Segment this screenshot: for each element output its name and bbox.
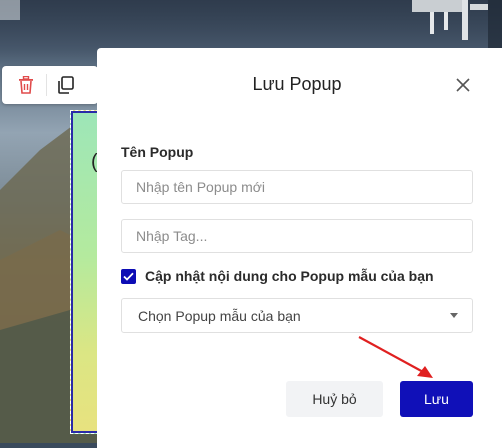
- trash-icon: [19, 76, 33, 94]
- tag-input[interactable]: [121, 219, 473, 253]
- update-template-checkbox[interactable]: [121, 268, 136, 284]
- save-popup-dialog: Lưu Popup Tên Popup Cập nhật nội dung ch…: [97, 48, 502, 448]
- update-template-label: Cập nhật nội dung cho Popup mẫu của bạn: [145, 268, 434, 284]
- checkmark-icon: [123, 272, 134, 281]
- caret-down-icon: [450, 313, 458, 318]
- template-select-value: Chọn Popup mẫu của bạn: [138, 308, 301, 324]
- popup-name-label: Tên Popup: [121, 144, 194, 160]
- close-icon: [456, 78, 470, 92]
- popup-name-input[interactable]: [121, 170, 473, 204]
- dialog-title: Lưu Popup: [252, 74, 342, 94]
- template-select[interactable]: Chọn Popup mẫu của bạn: [121, 298, 473, 333]
- duplicate-button[interactable]: [46, 66, 86, 104]
- cancel-button[interactable]: Huỷ bỏ: [286, 381, 383, 417]
- save-button[interactable]: Lưu: [400, 381, 473, 417]
- copy-icon: [58, 76, 74, 94]
- close-button[interactable]: [455, 77, 471, 93]
- element-toolbar: [2, 66, 98, 104]
- update-template-checkbox-row[interactable]: Cập nhật nội dung cho Popup mẫu của bạn: [121, 266, 434, 286]
- delete-button[interactable]: [6, 66, 46, 104]
